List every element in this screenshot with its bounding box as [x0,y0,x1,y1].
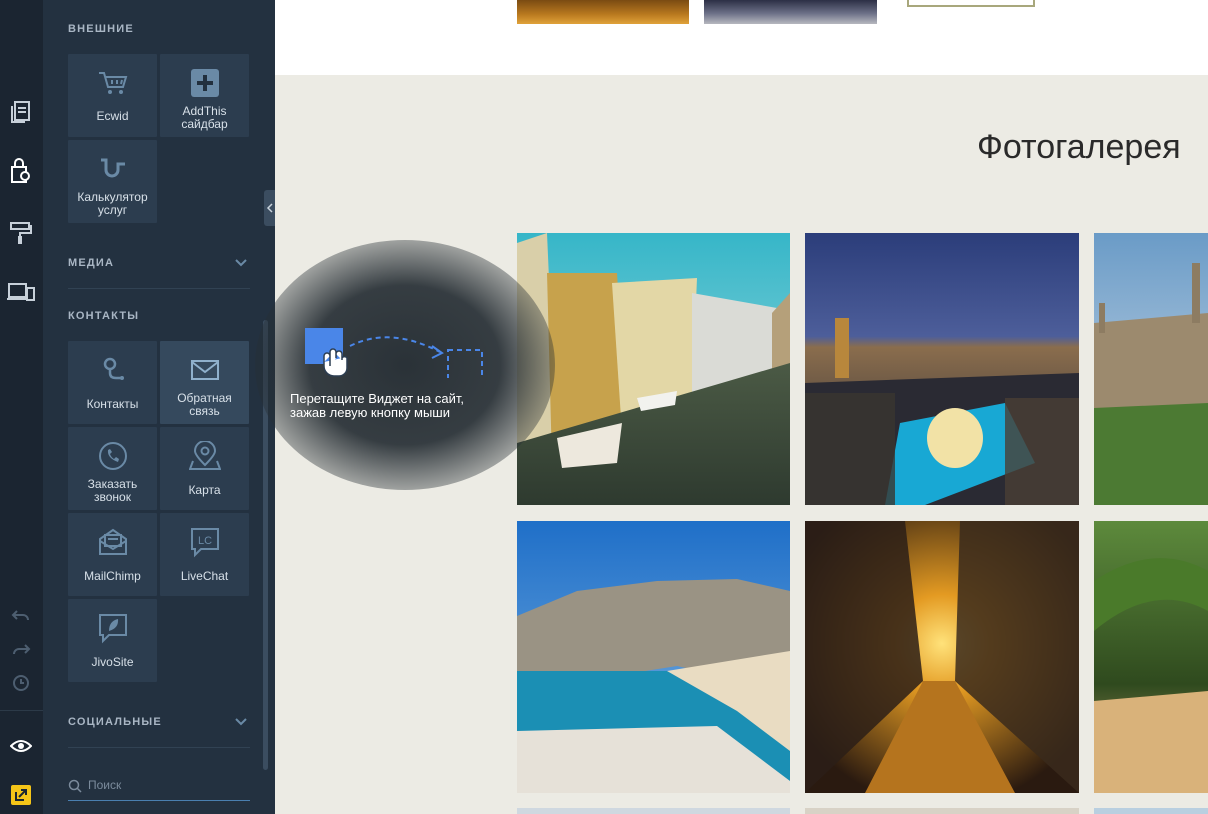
tile-mailchimp[interactable]: MailChimp [68,513,157,596]
devices-icon[interactable] [6,277,36,307]
drop-target-icon [447,349,483,381]
redo-icon[interactable] [6,634,36,664]
drag-hint-text: Перетащите Виджет на сайт, зажав левую к… [290,392,510,420]
chat-leaf-icon [68,613,157,644]
chevron-down-icon[interactable] [234,715,248,729]
tile-label: LiveChat [180,569,229,583]
plus-square-icon [160,68,249,98]
tile-label: Калькулятор услуг [77,190,148,217]
photo-canal-town[interactable] [517,233,790,505]
tile-label: Ecwid [96,109,129,123]
collapse-panel-button[interactable] [264,190,275,226]
widgets-panel: Внешние Ecwid AddThis сайдбар Калькулято… [43,0,275,814]
photo-next-row-3[interactable] [1094,808,1208,814]
mail-letter-icon [68,527,157,557]
tile-map[interactable]: Карта [160,427,249,510]
section-title-contacts: Контакты [68,310,140,322]
search-icon [68,779,82,793]
photo-sea-bay[interactable] [517,521,790,793]
tile-ecwid[interactable]: Ecwid [68,54,157,137]
tile-contacts[interactable]: Контакты [68,341,157,424]
photo-gothic-college[interactable] [1094,233,1208,505]
livechat-icon: LC [160,527,249,558]
undo-icon[interactable] [6,600,36,630]
map-pin-icon [160,441,249,471]
tile-jivosite[interactable]: JivoSite [68,599,157,682]
cart-icon [68,68,157,98]
tile-addthis-sidebar[interactable]: AddThis сайдбар [160,54,249,137]
chevron-down-icon[interactable] [234,256,248,270]
gallery-title: Фотогалерея [977,128,1181,166]
section-title-social[interactable]: Социальные [68,716,162,728]
tile-label: Карта [188,483,221,497]
envelope-icon [160,355,249,385]
photo-next-row-2[interactable] [805,808,1079,814]
location-pin-icon [68,355,157,385]
left-rail [0,0,43,814]
search-placeholder: Поиск [88,778,122,792]
photo-street-thumb[interactable] [517,0,689,24]
previous-section [275,0,1208,75]
tile-label: JivoSite [91,655,134,669]
drag-hint-graphic [290,318,510,381]
pages-icon[interactable] [6,97,36,127]
drag-hint-line1: Перетащите Виджет на сайт, [290,391,464,406]
tile-order-call[interactable]: Заказать звонок [68,427,157,510]
preview-eye-icon[interactable] [6,731,36,761]
outline-button[interactable] [907,0,1035,7]
rail-divider [0,710,43,711]
photo-sunset-street[interactable] [805,521,1079,793]
design-roller-icon[interactable] [6,218,36,248]
section-divider [68,747,250,748]
tile-label: MailChimp [84,569,141,583]
tile-service-calculator[interactable]: Калькулятор услуг [68,140,157,223]
tile-label: Обратная связь [177,391,232,418]
section-divider [68,288,250,289]
search-input[interactable]: Поиск [68,770,250,801]
tile-feedback[interactable]: Обратная связь [160,341,249,424]
section-title-media[interactable]: Медиа [68,257,114,269]
hand-cursor-icon [323,348,348,377]
chevron-left-icon [266,203,273,213]
calculator-curve-icon [68,154,157,184]
widgets-bag-icon[interactable] [6,156,36,186]
phone-icon [68,441,157,471]
history-clock-icon[interactable] [6,668,36,698]
publish-icon[interactable] [6,780,36,810]
tile-label: Заказать звонок [87,477,138,504]
tile-livechat[interactable]: LC LiveChat [160,513,249,596]
photo-palm-beach[interactable] [1094,521,1208,793]
svg-text:LC: LC [197,535,211,547]
section-title-external: Внешние [68,23,134,35]
drag-hint-line2: зажав левую кнопку мыши [290,405,450,420]
tile-label: AddThis сайдбар [181,104,228,131]
photo-next-row-1[interactable] [517,808,790,814]
tile-label: Контакты [86,397,139,411]
photo-sky-thumb[interactable] [704,0,877,24]
photo-night-city-fountain[interactable] [805,233,1079,505]
